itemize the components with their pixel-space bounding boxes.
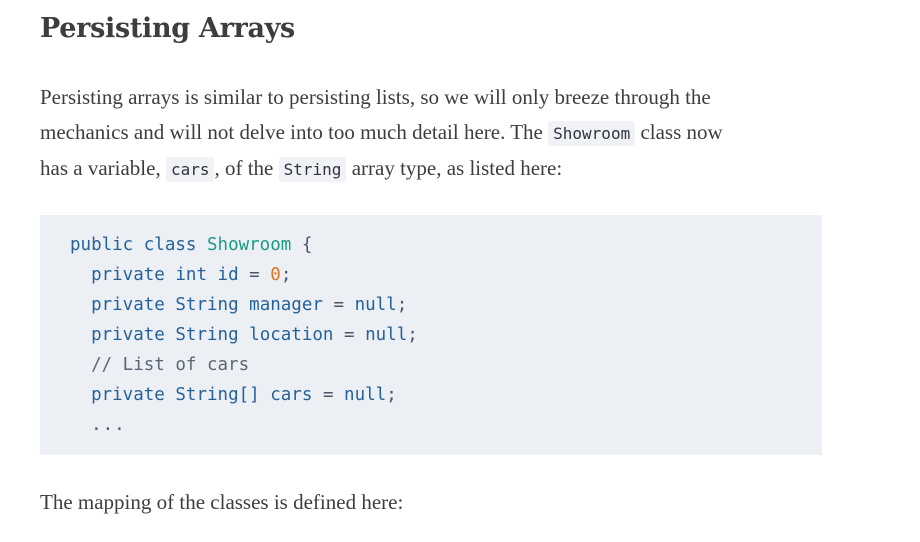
code-comment: // List of cars	[91, 355, 250, 375]
section-heading: Persisting Arrays	[40, 13, 295, 44]
code-line: private String location = null;	[70, 320, 792, 350]
code-keyword: class	[143, 235, 197, 255]
code-operator: =	[322, 385, 334, 405]
code-line: private int id = 0;	[70, 260, 792, 290]
code-identifier: manager	[249, 295, 323, 315]
code-line: private String[] cars = null;	[70, 380, 792, 410]
code-punctuation: ;	[386, 385, 397, 405]
intro-text: array type, as listed here:	[346, 156, 563, 180]
inline-code-string: String	[278, 157, 347, 182]
code-type: String	[175, 325, 239, 345]
code-block: public class Showroom { private int id =…	[40, 215, 822, 455]
code-keyword: private	[91, 295, 165, 315]
intro-line-3: has a variable, cars, of the String arra…	[40, 151, 840, 187]
intro-text: class now	[635, 120, 723, 144]
code-identifier: id	[217, 265, 239, 285]
code-line: // List of cars	[70, 350, 792, 380]
intro-line-2: mechanics and will not delve into too mu…	[40, 115, 840, 151]
inline-code-cars: cars	[165, 157, 215, 182]
inline-code-showroom: Showroom	[548, 121, 636, 146]
code-type: String[]	[175, 385, 260, 405]
code-punctuation: ;	[280, 265, 292, 285]
code-keyword: private	[91, 265, 165, 285]
code-operator: =	[333, 295, 345, 315]
code-number: 0	[270, 265, 281, 285]
code-operator: =	[344, 325, 355, 345]
page: Persisting Arrays Persisting arrays is s…	[0, 0, 920, 542]
code-line: private String manager = null;	[70, 290, 792, 320]
code-ellipsis: ...	[91, 415, 126, 435]
code-operator: =	[249, 265, 260, 285]
code-keyword: public	[70, 235, 134, 255]
code-line: public class Showroom {	[70, 230, 792, 260]
intro-line-1: Persisting arrays is similar to persisti…	[40, 85, 711, 109]
code-type: int	[175, 265, 207, 285]
code-keyword: private	[91, 325, 165, 345]
code-keyword: private	[91, 385, 165, 405]
code-literal: null	[344, 385, 387, 405]
code-punctuation: {	[301, 235, 313, 255]
code-literal: null	[365, 325, 408, 345]
outro-paragraph: The mapping of the classes is defined he…	[40, 490, 404, 514]
intro-text: mechanics and will not delve into too mu…	[40, 120, 549, 144]
code-listing: public class Showroom { private int id =…	[70, 230, 792, 440]
code-type: String	[175, 295, 239, 315]
code-class-name: Showroom	[207, 235, 292, 255]
intro-paragraph: Persisting arrays is similar to persisti…	[40, 80, 840, 187]
code-punctuation: ;	[396, 295, 408, 315]
code-line: ...	[70, 410, 792, 440]
code-punctuation: ;	[407, 325, 418, 345]
intro-text: , of the	[214, 156, 279, 180]
code-identifier: location	[249, 325, 334, 345]
code-literal: null	[354, 295, 397, 315]
code-identifier: cars	[270, 385, 313, 405]
intro-text: has a variable,	[40, 156, 166, 180]
